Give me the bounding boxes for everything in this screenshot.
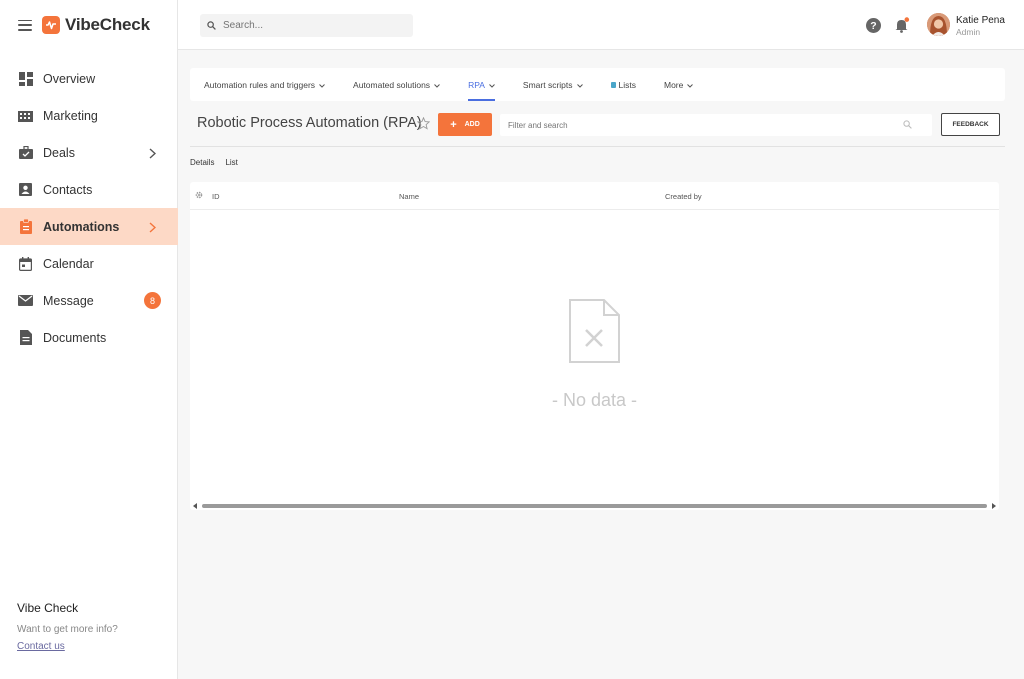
clipboard-icon <box>18 219 33 234</box>
document-icon <box>18 330 33 345</box>
chevron-down-icon <box>434 80 440 90</box>
sidebar-footer: Vibe Check Want to get more info? Contac… <box>17 601 118 652</box>
favorite-star-icon[interactable] <box>416 116 431 135</box>
tab-lists[interactable]: Lists <box>610 68 636 101</box>
divider <box>190 146 1005 147</box>
user-role: Admin <box>956 27 981 37</box>
notification-bell-icon[interactable] <box>894 17 910 33</box>
help-icon[interactable]: ? <box>865 17 881 33</box>
chevron-right-icon <box>149 220 157 238</box>
tab-label: More <box>664 79 684 90</box>
sidebar-item-label: Contacts <box>43 182 93 197</box>
menu-icon[interactable] <box>18 19 32 31</box>
sidebar-item-deals[interactable]: Deals <box>0 134 178 171</box>
tab-label: RPA <box>468 79 485 90</box>
sidebar-item-label: Automations <box>43 219 120 234</box>
search-box <box>200 14 413 37</box>
lock-icon <box>610 81 616 88</box>
mail-icon <box>18 293 33 308</box>
empty-state-text: - No data - <box>551 390 638 410</box>
user-name: Katie Pena <box>956 15 1005 26</box>
sidebar-item-label: Message <box>43 293 94 308</box>
footer-title: Vibe Check <box>17 601 79 615</box>
automation-tabs: Automation rules and triggers Automated … <box>190 68 1005 101</box>
chevron-down-icon <box>687 80 694 90</box>
search-icon[interactable] <box>903 116 912 134</box>
svg-text:?: ? <box>870 20 876 32</box>
tab-smart-scripts[interactable]: Smart scripts <box>523 68 583 101</box>
column-header-name[interactable]: Name <box>399 192 419 201</box>
tab-label: Lists <box>618 79 636 90</box>
sidebar-item-documents[interactable]: Documents <box>0 319 178 356</box>
column-header-created-by[interactable]: Created by <box>665 192 702 201</box>
brand-name[interactable]: VibeCheck <box>65 15 150 35</box>
footer-text: Want to get more info? <box>17 624 118 635</box>
sidebar-item-overview[interactable]: Overview <box>0 60 178 97</box>
view-details[interactable]: Details <box>190 158 214 167</box>
column-header-id[interactable]: ID <box>212 192 220 201</box>
sidebar-item-label: Marketing <box>43 108 98 123</box>
sidebar-nav: Overview Marketing Deals Contacts Automa… <box>0 60 178 356</box>
scroll-left-arrow-icon[interactable] <box>193 503 197 509</box>
sidebar-item-automations[interactable]: Automations <box>0 208 178 245</box>
sidebar-item-label: Documents <box>43 330 107 345</box>
sidebar-item-label: Overview <box>43 71 96 86</box>
tab-rpa[interactable]: RPA <box>468 68 495 101</box>
logo-icon <box>42 16 60 34</box>
brand-header: VibeCheck <box>0 0 178 50</box>
scrollbar-thumb[interactable] <box>202 504 987 508</box>
tab-label: Automation rules and triggers <box>204 79 316 90</box>
contact-us-link[interactable]: Contact us <box>17 641 118 652</box>
search-input[interactable] <box>223 20 403 31</box>
data-table: ID Name Created by - No data - <box>190 182 999 510</box>
avatar[interactable] <box>927 13 950 36</box>
tab-automated-solutions[interactable]: Automated solutions <box>353 68 440 101</box>
briefcase-icon <box>18 145 33 160</box>
page-title: Robotic Process Automation (RPA) <box>197 115 422 131</box>
sidebar-item-label: Deals <box>43 145 75 160</box>
building-icon <box>18 108 33 123</box>
tab-more[interactable]: More <box>664 68 694 101</box>
no-data-file-icon <box>569 299 620 368</box>
tab-label: Automated solutions <box>353 79 431 90</box>
add-button[interactable]: + ADD <box>438 113 492 136</box>
sidebar: VibeCheck Overview Marketing Deals Conta… <box>0 0 178 679</box>
view-list[interactable]: List <box>225 158 237 167</box>
sidebar-item-contacts[interactable]: Contacts <box>0 171 178 208</box>
tab-label: Smart scripts <box>522 79 573 90</box>
sidebar-item-marketing[interactable]: Marketing <box>0 97 178 134</box>
table-header: ID Name Created by <box>190 182 999 210</box>
filter-box <box>500 114 932 136</box>
chevron-right-icon <box>149 146 157 164</box>
settings-gear-icon[interactable] <box>195 191 203 201</box>
plus-icon: + <box>450 118 457 131</box>
tab-automation-rules[interactable]: Automation rules and triggers <box>204 68 325 101</box>
sidebar-item-label: Calendar <box>43 256 94 271</box>
add-button-label: ADD <box>464 121 480 128</box>
topbar: ? Katie Pena Admin <box>178 0 1024 50</box>
contact-card-icon <box>18 182 33 197</box>
horizontal-scrollbar[interactable] <box>190 501 999 510</box>
calendar-icon <box>18 256 33 271</box>
feedback-button[interactable]: FEEDBACK <box>941 113 1000 136</box>
sidebar-item-calendar[interactable]: Calendar <box>0 245 178 282</box>
filter-search-input[interactable] <box>508 120 903 130</box>
chevron-down-icon <box>489 80 495 90</box>
chevron-down-icon <box>319 80 325 90</box>
view-switcher: Details List <box>190 158 249 167</box>
unread-count-badge: 8 <box>144 292 161 309</box>
chevron-down-icon <box>576 80 583 90</box>
scroll-right-arrow-icon[interactable] <box>992 503 996 509</box>
sidebar-item-message[interactable]: Message 8 <box>0 282 178 319</box>
search-icon <box>207 17 216 35</box>
dashboard-icon <box>18 71 33 86</box>
